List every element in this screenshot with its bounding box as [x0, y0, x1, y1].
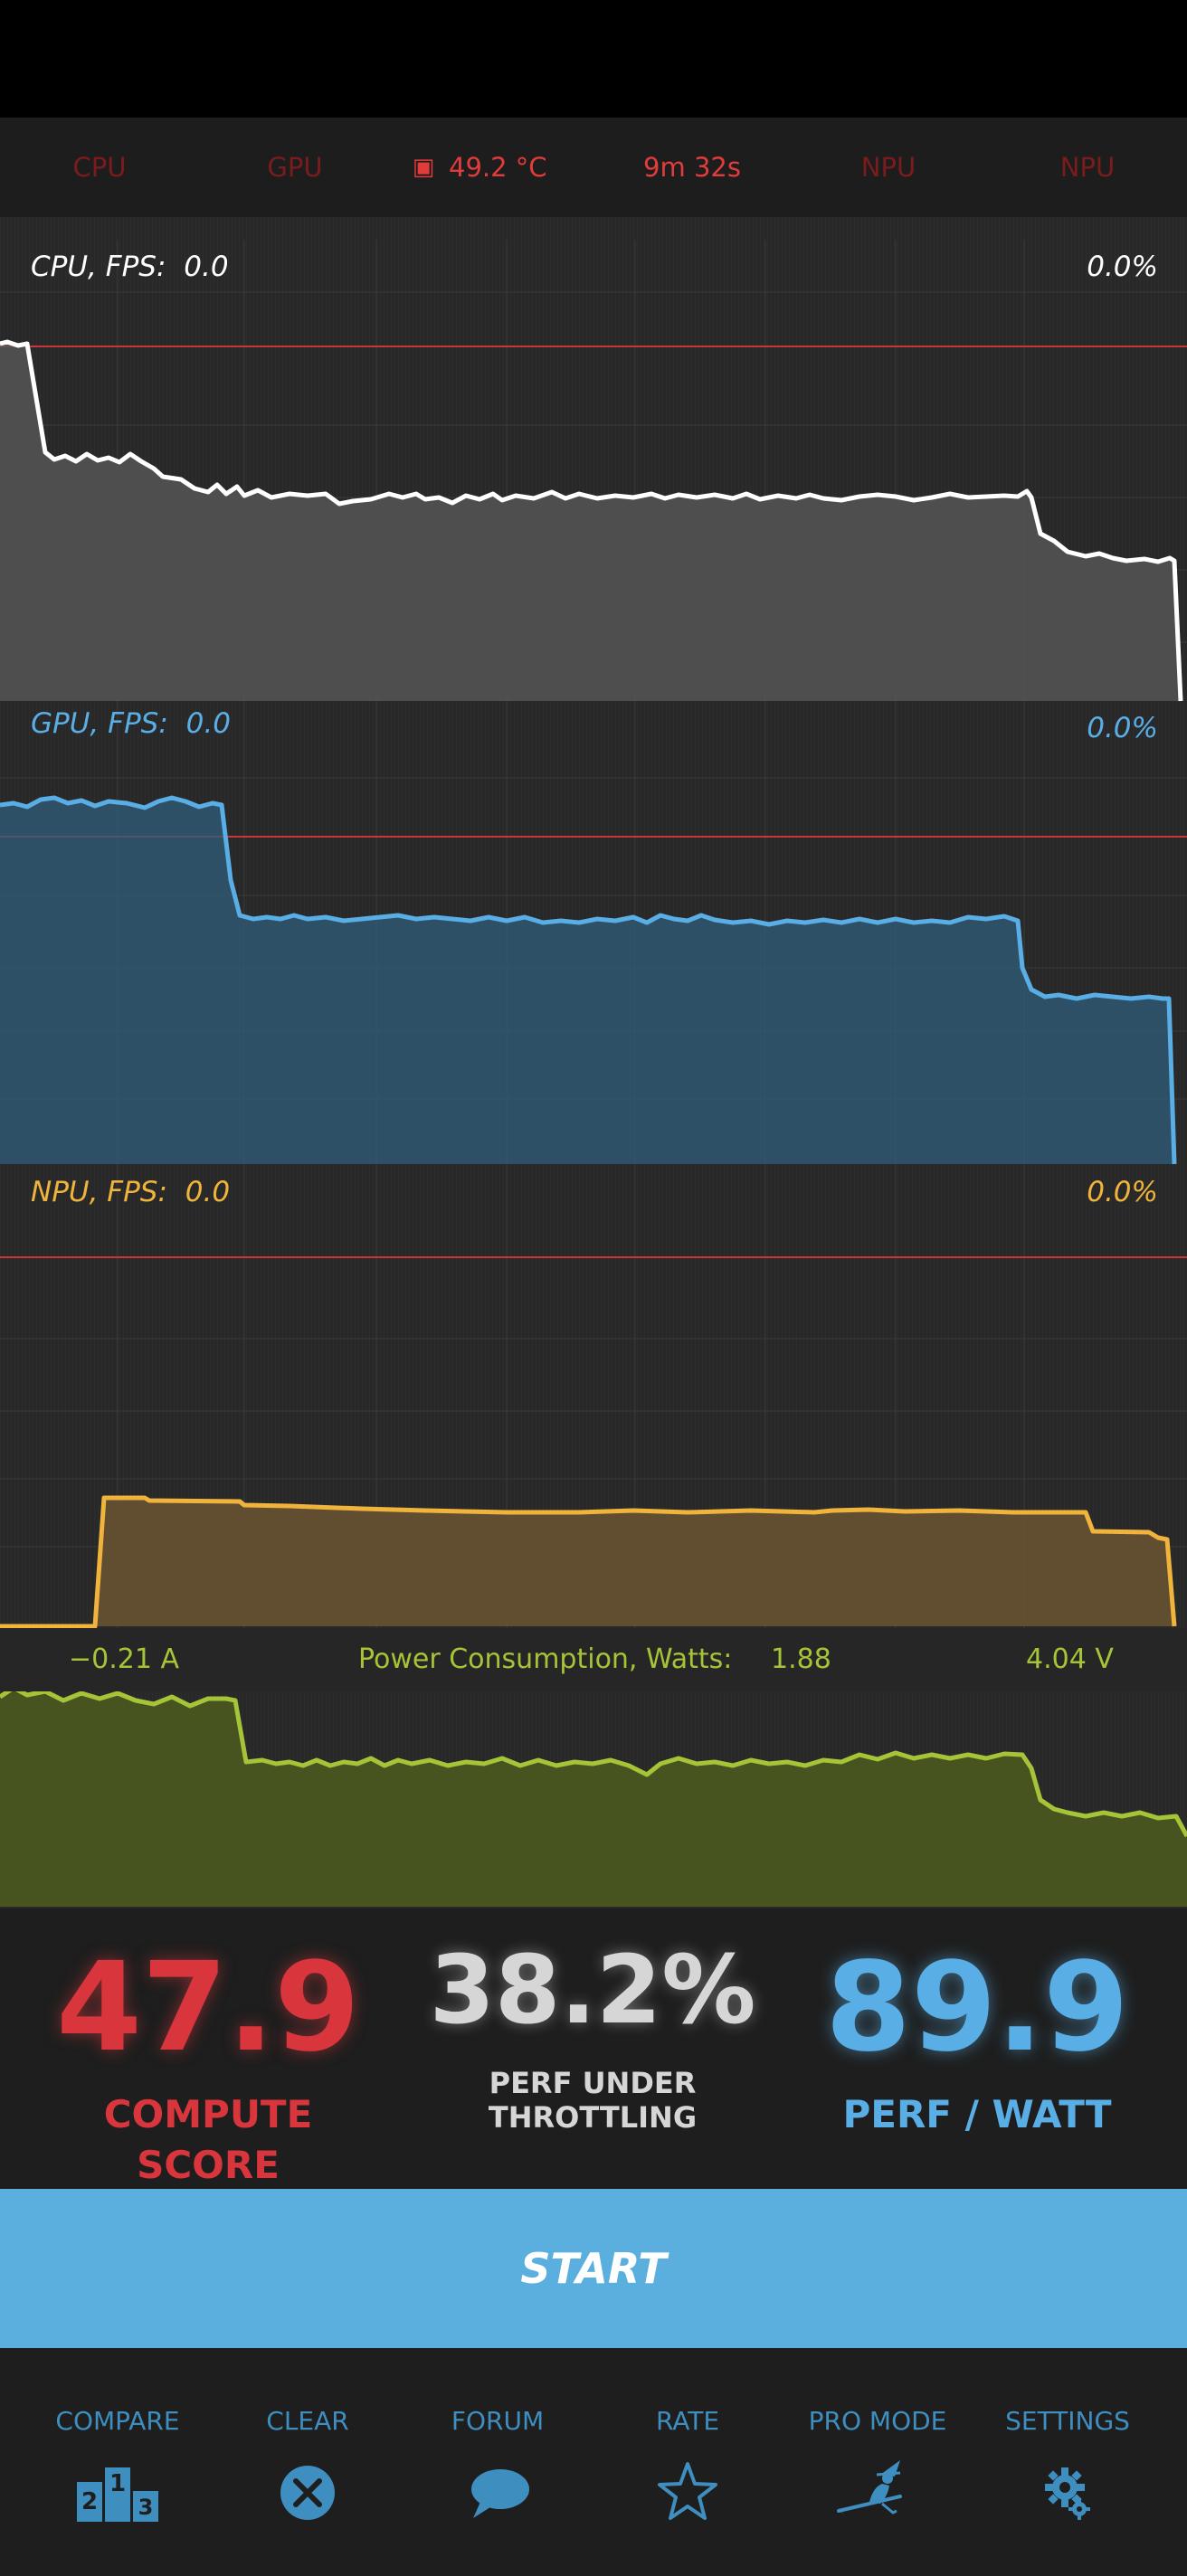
compute-score-label: COMPUTE SCORE	[103, 2092, 313, 2187]
svg-text:NPU, FPS: 0.0: NPU, FPS: 0.0	[31, 1176, 230, 1208]
svg-text:1: 1	[109, 2470, 126, 2497]
throttling-label-line2: THROTTLING	[488, 2100, 698, 2135]
nav-compare-label: COMPARE	[55, 2406, 180, 2436]
power-readout-bar: −0.21 A Power Consumption, Watts: 1.88 4…	[0, 1628, 1187, 1691]
throttling-label-line1: PERF UNDER	[489, 2066, 697, 2100]
npu-fps-value: 0.0	[185, 1176, 230, 1208]
npu-fps-label: NPU, FPS:	[31, 1176, 167, 1208]
npu-panel: NPU, FPS: 0.0 0.0%	[0, 1165, 1187, 1629]
temperature-readout: 49.2 °C	[449, 152, 547, 183]
podium-icon: 2 1 3	[77, 2467, 158, 2522]
perf-per-watt-value: 89.9	[825, 1937, 1129, 2079]
nav-compare[interactable]: COMPARE 2 1 3	[27, 2348, 208, 2576]
cpu-fps-value: 0.0	[184, 251, 228, 283]
cpu-panel: CPU, FPS: 0.0 0.0%	[0, 217, 1187, 702]
npu-indicator-1: NPU	[860, 152, 916, 183]
gpu-fps-value: 0.0	[186, 707, 231, 740]
npu-indicator-2: NPU	[1059, 152, 1116, 183]
elapsed-time: 9m 32s	[643, 152, 741, 183]
nav-settings[interactable]: SETTINGS	[977, 2348, 1158, 2576]
nav-settings-label: SETTINGS	[1005, 2406, 1130, 2436]
svg-text:2: 2	[81, 2488, 98, 2515]
witch-icon	[837, 2460, 902, 2518]
gpu-percent: 0.0%	[1087, 712, 1158, 744]
indicator-bar: CPU GPU ▣ 49.2 °C 9m 32s NPU NPU	[0, 118, 1187, 217]
nav-clear[interactable]: CLEAR	[217, 2348, 398, 2576]
cpu-fps-label: CPU, FPS:	[31, 251, 166, 283]
chat-bubble-icon	[471, 2469, 529, 2518]
chip-icon: ▣	[412, 154, 435, 181]
clear-x-icon	[280, 2466, 335, 2520]
gear-icon	[1045, 2467, 1090, 2520]
nav-pro-mode-label: PRO MODE	[808, 2406, 947, 2436]
nav-forum[interactable]: FORUM	[407, 2348, 588, 2576]
bottom-nav: COMPARE 2 1 3 CLEAR FORUM RATE PRO MODE …	[0, 2348, 1187, 2576]
nav-pro-mode[interactable]: PRO MODE	[787, 2348, 968, 2576]
power-panel	[0, 1685, 1187, 1908]
nav-rate[interactable]: RATE	[597, 2348, 778, 2576]
npu-fill	[0, 1498, 1174, 1626]
power-consumption-label: Power Consumption, Watts:	[358, 1643, 733, 1675]
npu-percent: 0.0%	[1087, 1176, 1158, 1208]
status-bar	[0, 0, 1187, 118]
nav-clear-label: CLEAR	[266, 2406, 349, 2436]
cpu-indicator: CPU	[72, 152, 127, 183]
nav-forum-label: FORUM	[451, 2406, 545, 2436]
compute-score-value: 47.9	[56, 1937, 360, 2079]
power-watts-value: 1.88	[771, 1643, 831, 1675]
nav-rate-label: RATE	[655, 2406, 720, 2436]
svg-text:3: 3	[138, 2495, 154, 2520]
cpu-percent: 0.0%	[1087, 251, 1158, 283]
perf-per-watt-label: PERF / WATT	[842, 2092, 1112, 2136]
svg-text:GPU, FPS: 0.0: GPU, FPS: 0.0	[31, 707, 231, 740]
results-panel: 47.9 COMPUTE SCORE 38.2% PERF UNDER THRO…	[0, 1908, 1187, 2189]
gpu-indicator: GPU	[267, 152, 323, 183]
gpu-fps-label: GPU, FPS:	[31, 707, 168, 740]
star-icon	[658, 2462, 717, 2520]
current-readout: −0.21 A	[69, 1643, 179, 1675]
throttling-value: 38.2%	[429, 1935, 756, 2045]
svg-text:CPU, FPS: 0.0: CPU, FPS: 0.0	[31, 251, 229, 283]
gpu-panel: GPU, FPS: 0.0 0.0%	[0, 702, 1187, 1165]
start-button[interactable]: START	[0, 2189, 1187, 2348]
voltage-readout: 4.04 V	[1026, 1643, 1114, 1675]
